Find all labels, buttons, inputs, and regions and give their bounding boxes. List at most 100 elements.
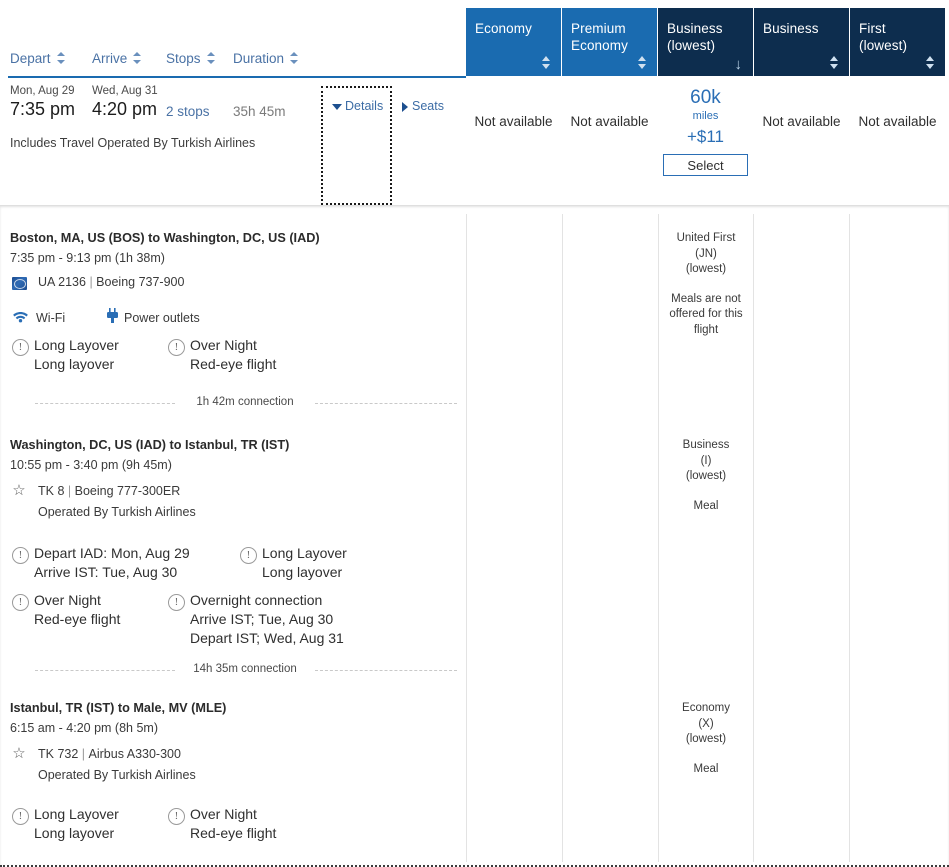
aircraft-type: Boeing 777-300ER [74,484,181,498]
segment-route: Washington, DC, US (IAD) to Istanbul, TR… [10,438,290,452]
segment-times: 7:35 pm - 9:13 pm (1h 38m) [10,251,165,265]
fare-lowest: (lowest) [685,263,727,275]
summary-cell-economy: Not available [466,76,561,205]
cabin-label-economy: Economy [475,21,532,36]
aircraft-type: Airbus A330-300 [88,747,181,761]
depart-time: 7:35 pm [10,99,76,119]
warning-detail: Red-eye flight [34,611,121,627]
warning-detail-2: Depart IST; Wed, Aug 31 [190,630,344,646]
sort-arrive[interactable]: Arrive [92,50,142,66]
united-logo-icon [12,277,27,290]
warning-detail: Arrive IST: Tue, Aug 30 [34,564,178,580]
fare-meal-line1: Meal [693,762,719,775]
sort-toggle-icon-economy[interactable] [540,55,552,70]
premium-economy-not-available: Not available [570,114,649,129]
chevron-down-icon [332,103,342,110]
wifi-icon [13,312,28,323]
sort-duration[interactable]: Duration [233,50,299,66]
sort-arrive-label: Arrive [92,50,128,66]
sort-depart[interactable]: Depart [10,50,66,66]
operated-by-note: Includes Travel Operated By Turkish Airl… [10,136,256,150]
cabin-label-premium-economy-line1: Premium [571,21,626,36]
cabin-column-first-lowest[interactable]: First (lowest) [850,8,945,76]
sort-descending-icon-business-lowest[interactable]: ↓ [735,57,743,72]
warning-detail: Arrive IST; Tue, Aug 30 [190,611,334,627]
warning-title: Depart IAD: Mon, Aug 29 [34,545,190,561]
alert-icon: ! [12,594,29,611]
fare-lowest: (lowest) [685,470,727,482]
flight-details-panel: Boston, MA, US (BOS) to Washington, DC, … [0,205,949,867]
sort-depart-label: Depart [10,50,51,66]
fare-code: (JN) [695,247,717,260]
details-toggle-label: Details [345,99,384,113]
summary-cell-first-lowest: Not available [850,76,945,205]
turkish-airlines-logo-icon: ☆ [12,745,26,762]
segment-ist-mle: Istanbul, TR (IST) to Male, MV (MLE) 6:1… [0,684,949,866]
warning-title: Long Layover [34,806,119,822]
summary-cell-premium-economy: Not available [562,76,657,205]
sort-stops[interactable]: Stops [166,50,216,66]
flight-number: UA 2136 [38,275,86,289]
segment-fare-business-lowest: Business (I) (lowest) Meal [659,438,753,514]
summary-cell-business: Not available [754,76,849,205]
cabin-label-business-lowest-line1: Business [667,21,723,36]
sort-toggle-icon-premium-economy[interactable] [636,55,648,70]
cabin-label-first-lowest-line1: First [859,21,886,36]
sort-arrows-icon-depart [56,51,66,65]
turkish-airlines-logo-icon: ☆ [12,482,26,499]
sort-bar: Depart Arrive Stops Duration [0,50,466,76]
connection-1: 1h 42m connection [10,396,457,409]
cabin-label-business-lowest-line2: (lowest) [667,38,716,53]
warning-title: Over Night [190,337,257,353]
select-button[interactable]: Select [663,154,748,176]
warning-title: Long Layover [262,545,347,561]
fare-code: (X) [698,717,714,730]
warning-title: Over Night [34,592,101,608]
cabin-header-row: Economy Premium Economy Business (lowest… [466,8,949,76]
fare-lowest: (lowest) [685,733,727,745]
connection-2: 14h 35m connection [10,663,457,676]
fare-cabin: United First [676,232,736,244]
seats-toggle[interactable]: Seats [402,99,444,113]
warning-detail: Long layover [34,356,115,372]
details-toggle[interactable]: Details [332,99,383,113]
sort-toggle-icon-business[interactable] [828,55,840,70]
warning-detail: Red-eye flight [190,825,277,841]
arrive-time: 4:20 pm [92,99,158,119]
cabin-label-first-lowest-line2: (lowest) [859,38,908,53]
fare-meal-line3: flight [693,323,719,336]
flight-number: TK 8 [38,484,65,498]
duration-value: 35h 45m [233,104,286,119]
sort-arrows-icon-arrive [132,51,142,65]
stops-link[interactable]: 2 stops [166,104,210,119]
sort-toggle-icon-first-lowest[interactable] [924,55,936,70]
segment-flight-info: TK 8 | Boeing 777-300ER [38,484,181,498]
warning-detail: Long layover [262,564,343,580]
cabin-column-business[interactable]: Business [754,8,849,76]
cabin-column-business-lowest[interactable]: Business (lowest) ↓ [658,8,753,76]
miles-amount: 60k [690,87,721,108]
sort-stops-label: Stops [166,50,201,66]
sort-arrows-icon-duration [289,51,299,65]
alert-icon: ! [12,339,29,356]
segment-times: 10:55 pm - 3:40 pm (9h 45m) [10,458,172,472]
segment-flight-info: UA 2136 | Boeing 737-900 [38,275,185,289]
first-not-available: Not available [858,114,937,129]
fare-meal-line1: Meals are not [671,292,741,305]
segment-route: Boston, MA, US (BOS) to Washington, DC, … [10,231,320,245]
segment-operated-by: Operated By Turkish Airlines [38,768,196,782]
cabin-column-premium-economy[interactable]: Premium Economy [562,8,657,76]
warning-detail: Long layover [34,825,115,841]
arrive-date: Wed, Aug 31 [92,85,158,97]
segment-bos-iad: Boston, MA, US (BOS) to Washington, DC, … [0,206,949,396]
warning-title: Overnight connection [190,592,323,608]
cabin-label-premium-economy-line2: Economy [571,38,628,53]
fare-meal-line2: offered for this [669,308,743,320]
segment-fare-business-lowest: Economy (X) (lowest) Meal [659,701,753,777]
warning-detail: Red-eye flight [190,356,277,372]
fare-code: (I) [700,454,712,467]
warning-title: Long Layover [34,337,119,353]
power-outlet-icon [107,308,118,323]
amenity-wifi-label: Wi-Fi [36,311,66,325]
cabin-column-economy[interactable]: Economy [466,8,561,76]
